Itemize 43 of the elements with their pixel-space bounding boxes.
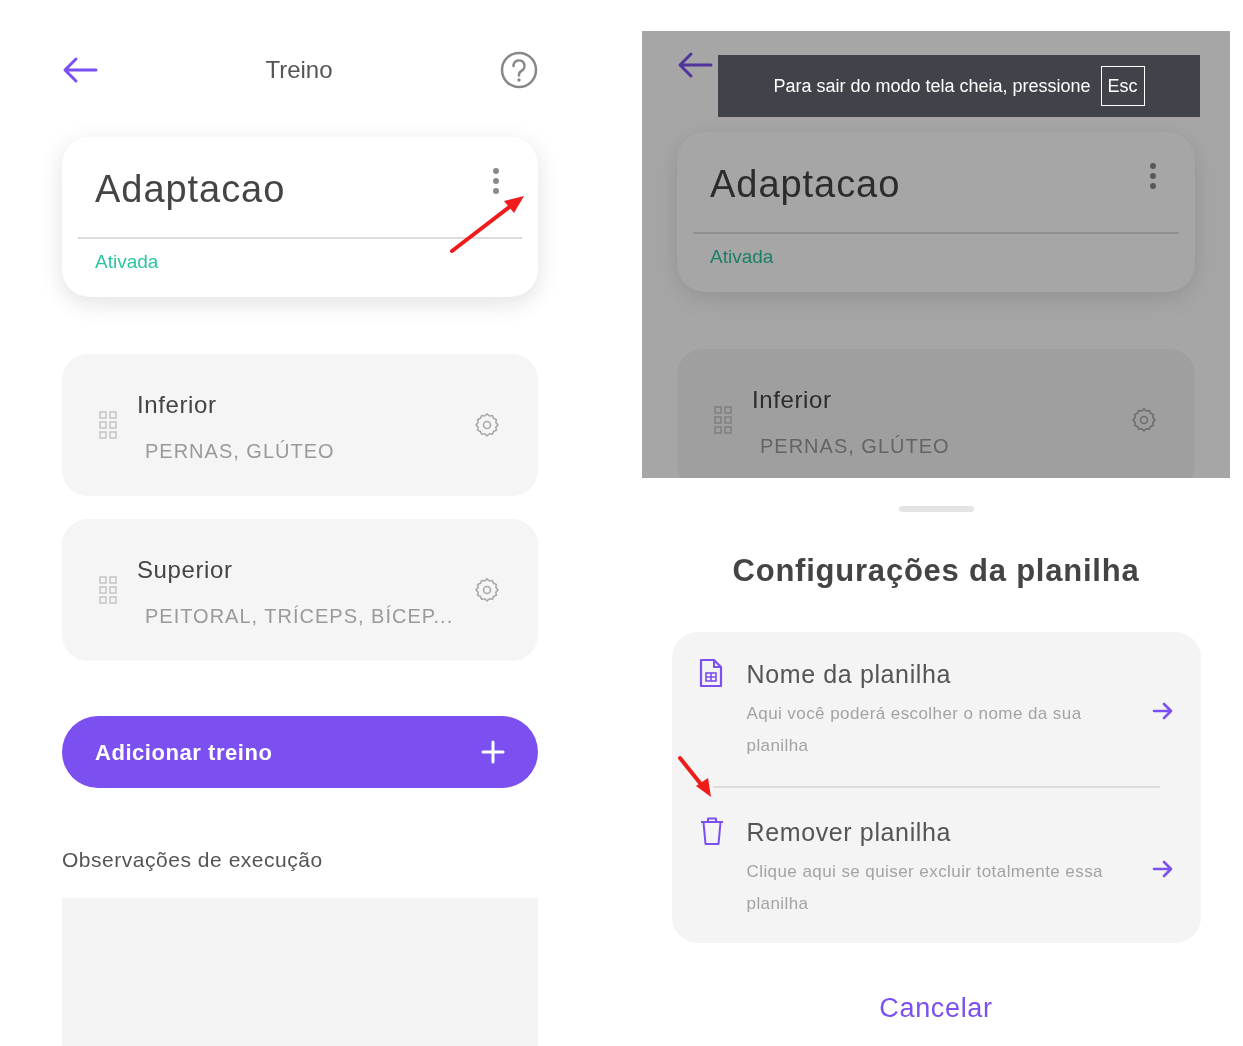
muscle-groups: PERNAS, GLÚTEO (145, 438, 335, 463)
settings-icon[interactable] (1130, 406, 1158, 434)
notes-label: Observações de execução (62, 847, 323, 873)
back-arrow-icon[interactable] (677, 51, 713, 79)
workout-name: Inferior (752, 384, 832, 415)
back-arrow-icon[interactable] (62, 56, 98, 84)
arrow-right-icon (1151, 860, 1174, 878)
option-title: Nome da planilha (746, 659, 953, 690)
workout-name: Inferior (137, 389, 217, 420)
screen-title: Treino (265, 55, 333, 85)
muscle-groups: PEITORAL, TRÍCEPS, BÍCEP... (145, 603, 454, 628)
more-options-icon[interactable] (1149, 162, 1157, 190)
drag-handle-icon[interactable] (99, 411, 117, 439)
option-description: Clique aqui se quiser excluir totalmente essa planilha (746, 861, 1104, 915)
settings-option[interactable]: Nome da planilha Aqui você poderá escolher o nome da sua planilha (671, 658, 1201, 762)
status-label: Ativada (95, 251, 159, 273)
plan-name: Adaptacao (710, 162, 901, 207)
workout-card[interactable]: Superior PEITORAL, TRÍCEPS, BÍCEP... (62, 519, 538, 661)
workout-name: Superior (137, 554, 233, 585)
drag-handle-icon[interactable] (99, 576, 117, 604)
cancel-button[interactable]: Cancelar (879, 992, 993, 1024)
spreadsheet-icon (698, 658, 723, 688)
muscle-groups: PERNAS, GLÚTEO (760, 433, 950, 458)
drag-handle-icon[interactable] (714, 406, 732, 434)
notice-text: Para sair do modo tela cheia, pressione (773, 74, 1091, 98)
add-workout-button[interactable]: Adicionar treino (62, 716, 538, 788)
settings-icon[interactable] (473, 576, 501, 604)
option-title: Remover planilha (746, 817, 953, 848)
arrow-right-icon (1151, 702, 1174, 720)
key-badge: Esc (1100, 66, 1145, 106)
workout-card[interactable]: Inferior PERNAS, GLÚTEO (677, 349, 1195, 478)
sheet-handle[interactable] (898, 506, 974, 512)
settings-option[interactable]: Remover planilha Clique aqui se quiser excluir totalmente essa planilha (671, 788, 1201, 920)
workout-card[interactable]: Inferior PERNAS, GLÚTEO (62, 354, 538, 496)
plus-icon (481, 740, 505, 764)
status-label: Ativada (710, 246, 774, 268)
settings-icon[interactable] (473, 411, 501, 439)
option-description: Aqui você poderá escolher o nome da sua planilha (746, 703, 1083, 757)
help-icon[interactable] (500, 51, 538, 89)
sheet-title: Configurações da planilha (732, 553, 1140, 589)
plan-name: Adaptacao (95, 167, 286, 212)
more-options-icon[interactable] (492, 167, 500, 195)
trash-icon (698, 816, 725, 846)
